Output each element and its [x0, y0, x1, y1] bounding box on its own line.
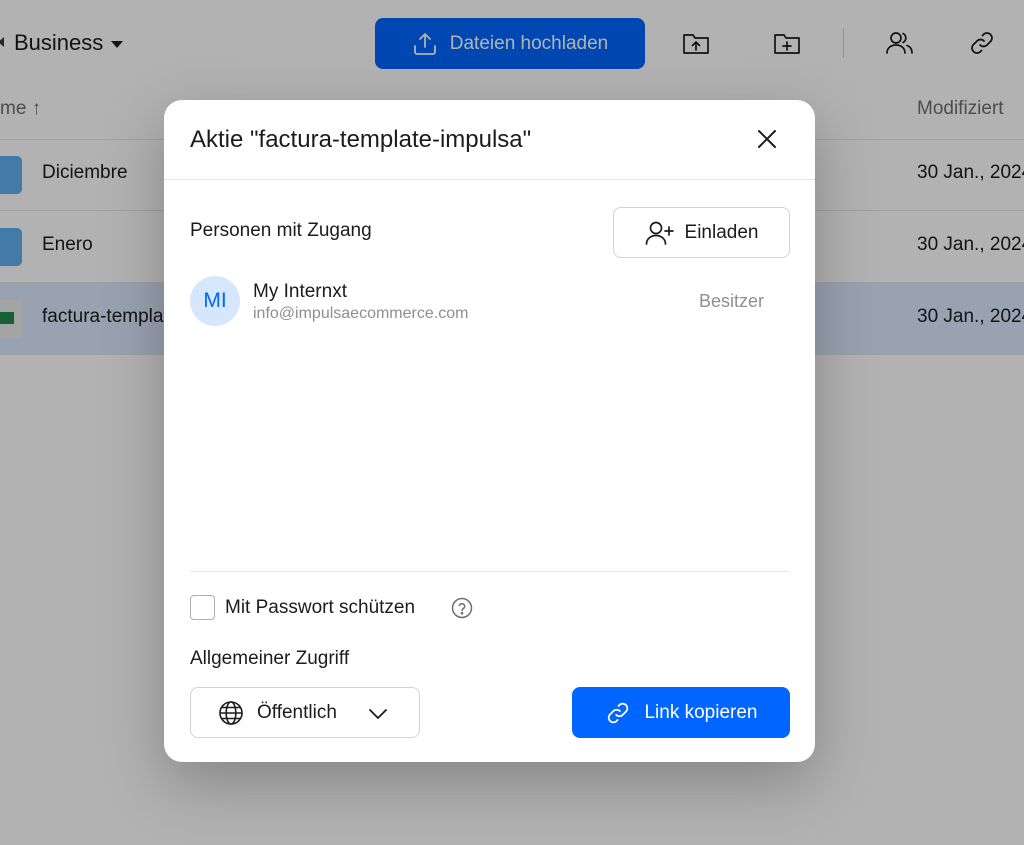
help-icon[interactable] — [451, 597, 473, 619]
dialog-header: Aktie "factura-template-impulsa" — [164, 100, 815, 180]
general-access-dropdown[interactable]: Öffentlich — [190, 687, 420, 738]
people-with-access-label: Personen mit Zugang — [190, 220, 372, 241]
member-email: info@impulsaecommerce.com — [253, 305, 469, 322]
dialog-title: Aktie "factura-template-impulsa" — [190, 126, 532, 153]
close-icon — [758, 130, 776, 148]
password-protect-label[interactable]: Mit Passwort schützen — [225, 597, 415, 619]
divider — [190, 571, 789, 572]
close-button[interactable] — [752, 124, 782, 154]
avatar: MI — [190, 276, 240, 326]
copy-link-label: Link kopieren — [644, 701, 758, 723]
add-user-icon — [645, 221, 674, 245]
copy-link-button[interactable]: Link kopieren — [572, 687, 790, 738]
general-access-label: Allgemeiner Zugriff — [190, 648, 350, 669]
invite-button[interactable]: Einladen — [613, 207, 790, 258]
general-access-value: Öffentlich — [257, 702, 337, 723]
invite-label: Einladen — [684, 221, 759, 243]
link-icon — [608, 702, 629, 723]
password-protect-checkbox[interactable] — [190, 595, 215, 620]
member-name: My Internxt — [253, 281, 347, 302]
globe-icon — [219, 701, 243, 725]
share-dialog: Aktie "factura-template-impulsa" Persone… — [164, 100, 815, 762]
member-role: Besitzer — [699, 291, 765, 311]
chevron-down-icon — [369, 709, 387, 719]
